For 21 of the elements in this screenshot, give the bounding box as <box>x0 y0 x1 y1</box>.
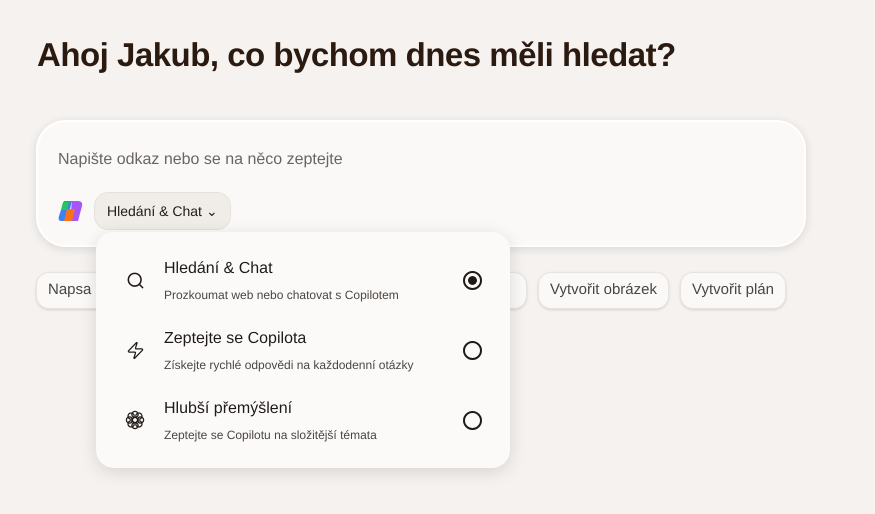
option-title: Hlubší přemýšlení <box>164 398 294 418</box>
mode-option[interactable]: Hlubší přemýšlení Zeptejte se Copilotu na složitější témata <box>96 390 510 450</box>
suggestion-chip[interactable]: Vytvořit plán <box>680 272 786 309</box>
option-title: Hledání & Chat <box>164 258 274 278</box>
lightning-icon <box>126 340 144 360</box>
option-description: Zeptejte se Copilotu na složitější témata <box>164 426 378 444</box>
flower-icon <box>124 409 146 431</box>
option-description: Získejte rychlé odpovědi na každodenní otázky <box>164 356 414 374</box>
suggestion-chip[interactable]: Vytvořit obrázek <box>538 272 669 309</box>
radio-button[interactable] <box>463 410 482 430</box>
option-description: Prozkoumat web nebo chatovat s Copilotem <box>164 286 400 304</box>
prompt-input-field[interactable]: Napište odkaz nebo se na něco zeptejte <box>58 148 784 172</box>
search-icon <box>126 270 144 290</box>
mode-option[interactable]: Hledání & Chat Prozkoumat web nebo chatovat s Copilotem <box>96 250 510 310</box>
logo-icon <box>58 199 84 223</box>
page-heading: Ahoj Jakub, co bychom dnes měli hledat? <box>37 35 676 75</box>
option-title: Zeptejte se Copilota <box>164 328 308 348</box>
radio-button[interactable] <box>463 270 482 290</box>
radio-button[interactable] <box>463 340 482 360</box>
mode-option[interactable]: Zeptejte se Copilota Získejte rychlé odpovědi na každodenní otázky <box>96 320 510 380</box>
mode-dropdown-button[interactable]: Hledání & Chat ⌄ <box>94 192 231 230</box>
